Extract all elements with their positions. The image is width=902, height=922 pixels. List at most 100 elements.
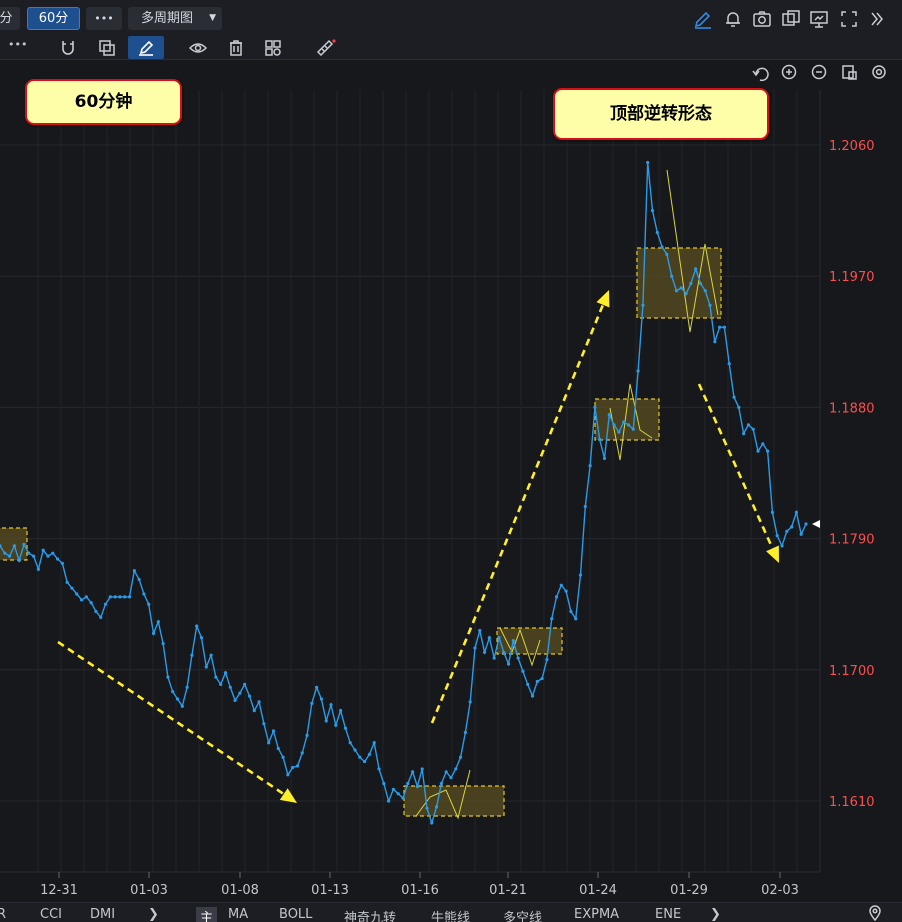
price-point bbox=[89, 601, 93, 605]
indicator-tab-10[interactable]: ENE bbox=[655, 907, 681, 922]
price-point bbox=[377, 767, 381, 771]
price-point bbox=[415, 784, 419, 789]
price-point bbox=[646, 160, 650, 165]
price-point bbox=[655, 230, 659, 235]
monitor-icon[interactable] bbox=[808, 8, 830, 30]
price-point bbox=[238, 691, 242, 695]
copy-icon[interactable] bbox=[96, 37, 118, 59]
price-point bbox=[737, 405, 741, 409]
price-point bbox=[161, 641, 165, 646]
layers-icon[interactable] bbox=[780, 8, 802, 30]
ruler-icon[interactable] bbox=[314, 37, 336, 59]
price-point bbox=[622, 420, 626, 424]
fullscreen-icon[interactable] bbox=[838, 8, 860, 30]
price-point bbox=[267, 741, 271, 745]
price-point bbox=[127, 595, 132, 599]
price-point bbox=[166, 675, 170, 679]
price-point bbox=[463, 730, 467, 735]
indicator-tab-5[interactable]: BOLL bbox=[279, 907, 312, 922]
price-point bbox=[473, 646, 477, 650]
x-tick-label: 02-03 bbox=[761, 883, 799, 898]
price-point bbox=[291, 765, 295, 770]
price-point bbox=[151, 631, 156, 635]
indicator-tab-6[interactable]: 神奇九转 bbox=[344, 907, 396, 922]
location-pin-icon[interactable] bbox=[866, 904, 884, 922]
trash-icon[interactable] bbox=[225, 37, 247, 59]
indicator-tab-4[interactable]: MA bbox=[228, 907, 248, 922]
indicator-tab-7[interactable]: 牛熊线 bbox=[431, 907, 470, 922]
price-point bbox=[36, 567, 40, 571]
price-point bbox=[761, 442, 765, 446]
eye-icon[interactable] bbox=[187, 37, 209, 59]
indicator-tab-0[interactable]: R bbox=[0, 907, 6, 922]
price-point bbox=[492, 656, 496, 660]
indicator-tab-9[interactable]: EXPMA bbox=[574, 907, 619, 922]
price-point bbox=[223, 671, 228, 675]
price-point bbox=[569, 609, 573, 614]
chart-layout-icon[interactable] bbox=[842, 65, 857, 80]
magnet-icon[interactable] bbox=[57, 37, 79, 59]
price-point bbox=[348, 741, 352, 745]
price-point bbox=[770, 510, 775, 514]
price-point bbox=[31, 554, 36, 558]
overflow-menu-button[interactable]: ••• bbox=[8, 38, 27, 51]
price-point bbox=[65, 580, 69, 584]
price-point bbox=[137, 577, 141, 582]
price-point bbox=[99, 615, 103, 619]
price-point bbox=[27, 551, 31, 555]
price-point bbox=[262, 722, 266, 726]
trend-arrow-shaft bbox=[697, 383, 774, 549]
price-point bbox=[775, 534, 779, 538]
zoom-out-icon[interactable] bbox=[811, 64, 827, 80]
drawing-toolbar: ••• bbox=[0, 36, 902, 60]
period-tab-60min[interactable]: 60分 bbox=[27, 7, 80, 30]
price-point bbox=[209, 653, 213, 657]
price-point bbox=[7, 554, 12, 558]
price-point bbox=[175, 697, 180, 701]
period-tab-partial[interactable]: 分 bbox=[0, 7, 20, 30]
price-point bbox=[790, 525, 794, 529]
trend-arrows bbox=[57, 290, 779, 803]
x-tick-label: 01-03 bbox=[130, 883, 168, 898]
undo-icon[interactable] bbox=[752, 67, 769, 82]
price-point bbox=[540, 676, 544, 681]
pencil-icon[interactable] bbox=[692, 8, 714, 30]
settings-grid-icon[interactable] bbox=[262, 37, 284, 59]
pen-tool-icon[interactable] bbox=[128, 36, 164, 59]
price-point bbox=[51, 551, 55, 555]
y-axis: 1.2060 1.1970 1.1880 1.1790 1.1700 1.1610 bbox=[829, 139, 875, 810]
price-point bbox=[171, 690, 175, 694]
price-chart[interactable]: 1.2060 1.1970 1.1880 1.1790 1.1700 1.1610 12-… bbox=[0, 60, 902, 902]
price-point bbox=[185, 685, 189, 689]
price-point bbox=[204, 665, 208, 669]
camera-icon[interactable] bbox=[751, 8, 773, 30]
price-point bbox=[593, 405, 597, 409]
gear-icon[interactable] bbox=[872, 65, 886, 79]
trend-arrow-head bbox=[596, 290, 610, 308]
collapse-icon[interactable] bbox=[866, 8, 888, 30]
indicator-tab-3[interactable]: 主 bbox=[196, 907, 218, 922]
price-point bbox=[406, 781, 410, 786]
x-axis: 12-31 01-03 01-08 01-13 01-16 01-21 01-24 01-29… bbox=[0, 871, 820, 898]
indicator-tab-2[interactable]: DMI bbox=[90, 907, 115, 922]
more-periods-button[interactable]: ••• bbox=[86, 7, 122, 30]
indicator-tab-1[interactable]: CCI bbox=[40, 907, 62, 922]
indicator-tab-8[interactable]: 多空线 bbox=[503, 907, 542, 922]
price-point bbox=[353, 748, 357, 752]
price-point bbox=[22, 542, 26, 547]
chevron-right-icon[interactable]: ❯ bbox=[710, 907, 721, 922]
bell-icon[interactable] bbox=[722, 8, 744, 30]
price-point bbox=[108, 595, 112, 599]
price-point bbox=[228, 685, 232, 689]
price-point bbox=[612, 423, 616, 427]
price-point bbox=[113, 595, 117, 599]
price-point bbox=[684, 292, 688, 296]
chevron-right-icon[interactable]: ❯ bbox=[148, 907, 159, 922]
price-point bbox=[252, 709, 256, 713]
y-tick-label: 1.2060 bbox=[829, 139, 875, 154]
multi-period-dropdown[interactable]: 多周期图 ▼ bbox=[128, 7, 222, 30]
price-point bbox=[660, 245, 664, 249]
price-point bbox=[12, 544, 16, 548]
zoom-in-icon[interactable] bbox=[781, 64, 797, 80]
price-point bbox=[454, 767, 458, 771]
